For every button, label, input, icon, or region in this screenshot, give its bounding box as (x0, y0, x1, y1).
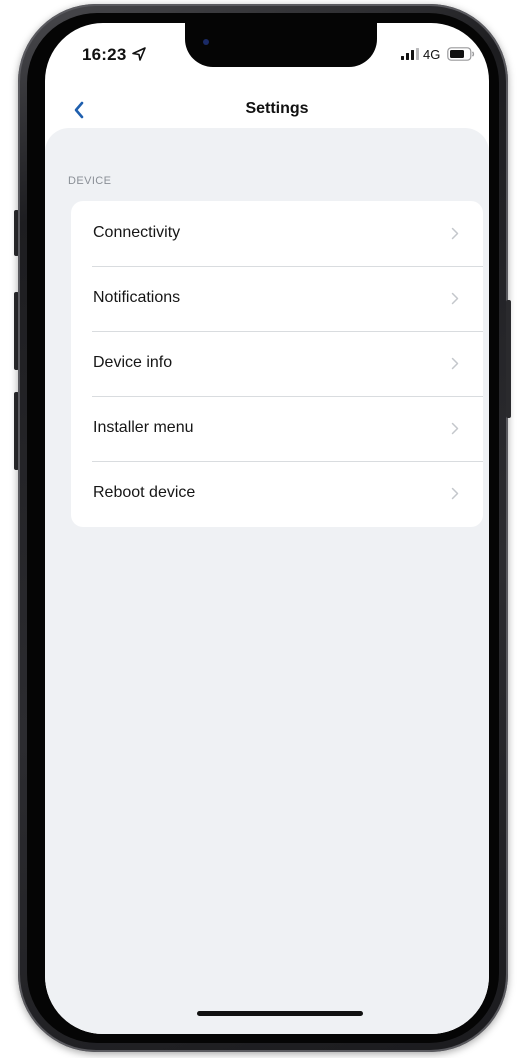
section-header-device: DEVICE (68, 175, 112, 187)
phone-screen: 16:23 4G Settings DEVICE Connectivity No… (45, 23, 489, 1034)
signal-bars-icon (401, 48, 419, 60)
settings-item-connectivity[interactable]: Connectivity (71, 201, 483, 266)
home-indicator[interactable] (197, 1011, 363, 1016)
settings-content: DEVICE Connectivity Notifications Device… (45, 128, 489, 1034)
page-title: Settings (245, 100, 309, 117)
navigation-bar: Settings (45, 93, 489, 133)
settings-item-reboot-device[interactable]: Reboot device (71, 461, 483, 526)
chevron-right-icon (451, 422, 459, 435)
settings-item-installer-menu[interactable]: Installer menu (71, 396, 483, 461)
settings-list: Connectivity Notifications Device info I… (71, 201, 483, 527)
notch (185, 23, 377, 67)
settings-item-device-info[interactable]: Device info (71, 331, 483, 396)
settings-item-label: Notifications (93, 289, 181, 306)
battery-icon (447, 47, 475, 61)
chevron-right-icon (451, 292, 459, 305)
settings-item-label: Installer menu (93, 419, 194, 436)
chevron-right-icon (451, 227, 459, 240)
network-type: 4G (423, 47, 441, 62)
settings-item-label: Device info (93, 354, 173, 371)
front-camera (203, 39, 209, 45)
settings-item-label: Connectivity (93, 224, 181, 241)
chevron-right-icon (451, 357, 459, 370)
device-mockup: 16:23 4G Settings DEVICE Connectivity No… (0, 0, 517, 1058)
chevron-right-icon (451, 487, 459, 500)
status-time: 16:23 (82, 45, 127, 64)
settings-item-label: Reboot device (93, 484, 196, 501)
location-arrow-icon (132, 47, 146, 61)
settings-item-notifications[interactable]: Notifications (71, 266, 483, 331)
power-button (506, 300, 511, 418)
